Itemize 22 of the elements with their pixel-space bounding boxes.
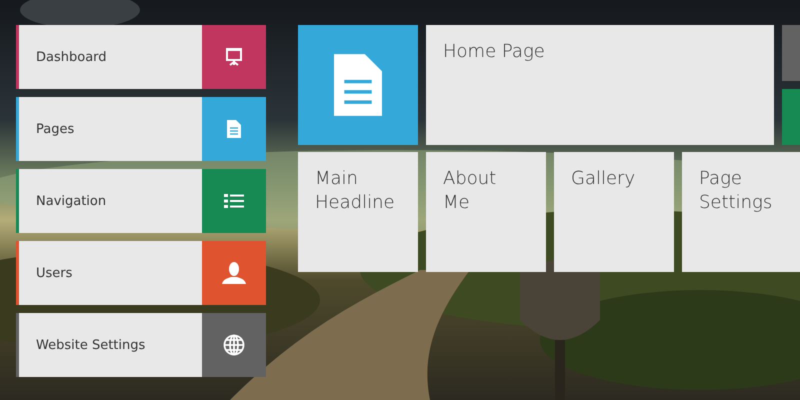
menu-item[interactable]: Website Settings	[16, 313, 202, 377]
document-icon	[334, 53, 382, 117]
user-icon	[222, 262, 246, 284]
document-icon	[227, 120, 241, 138]
page-tile[interactable]: Main Headline	[298, 152, 418, 272]
page-tile[interactable]: Home Page	[426, 25, 774, 145]
page-tile[interactable]: Page Settings	[682, 152, 800, 272]
menu-icon-tile[interactable]	[202, 313, 266, 377]
menu-item[interactable]: Navigation	[16, 169, 202, 233]
globe-icon	[223, 334, 245, 356]
menu-icon-tile[interactable]	[202, 241, 266, 305]
menu-icon-tile[interactable]	[202, 97, 266, 161]
list-icon	[224, 193, 244, 209]
pages-tile[interactable]	[298, 25, 418, 145]
presentation-board-icon	[224, 47, 244, 67]
page-tile[interactable]: About Me	[426, 152, 546, 272]
menu-icon-tile[interactable]	[202, 25, 266, 89]
menu-item[interactable]: Dashboard	[16, 25, 202, 89]
menu-item[interactable]: Pages	[16, 97, 202, 161]
menu-icon-tile[interactable]	[202, 169, 266, 233]
menu-item[interactable]: Users	[16, 241, 202, 305]
page-tile[interactable]: Gallery	[554, 152, 674, 272]
